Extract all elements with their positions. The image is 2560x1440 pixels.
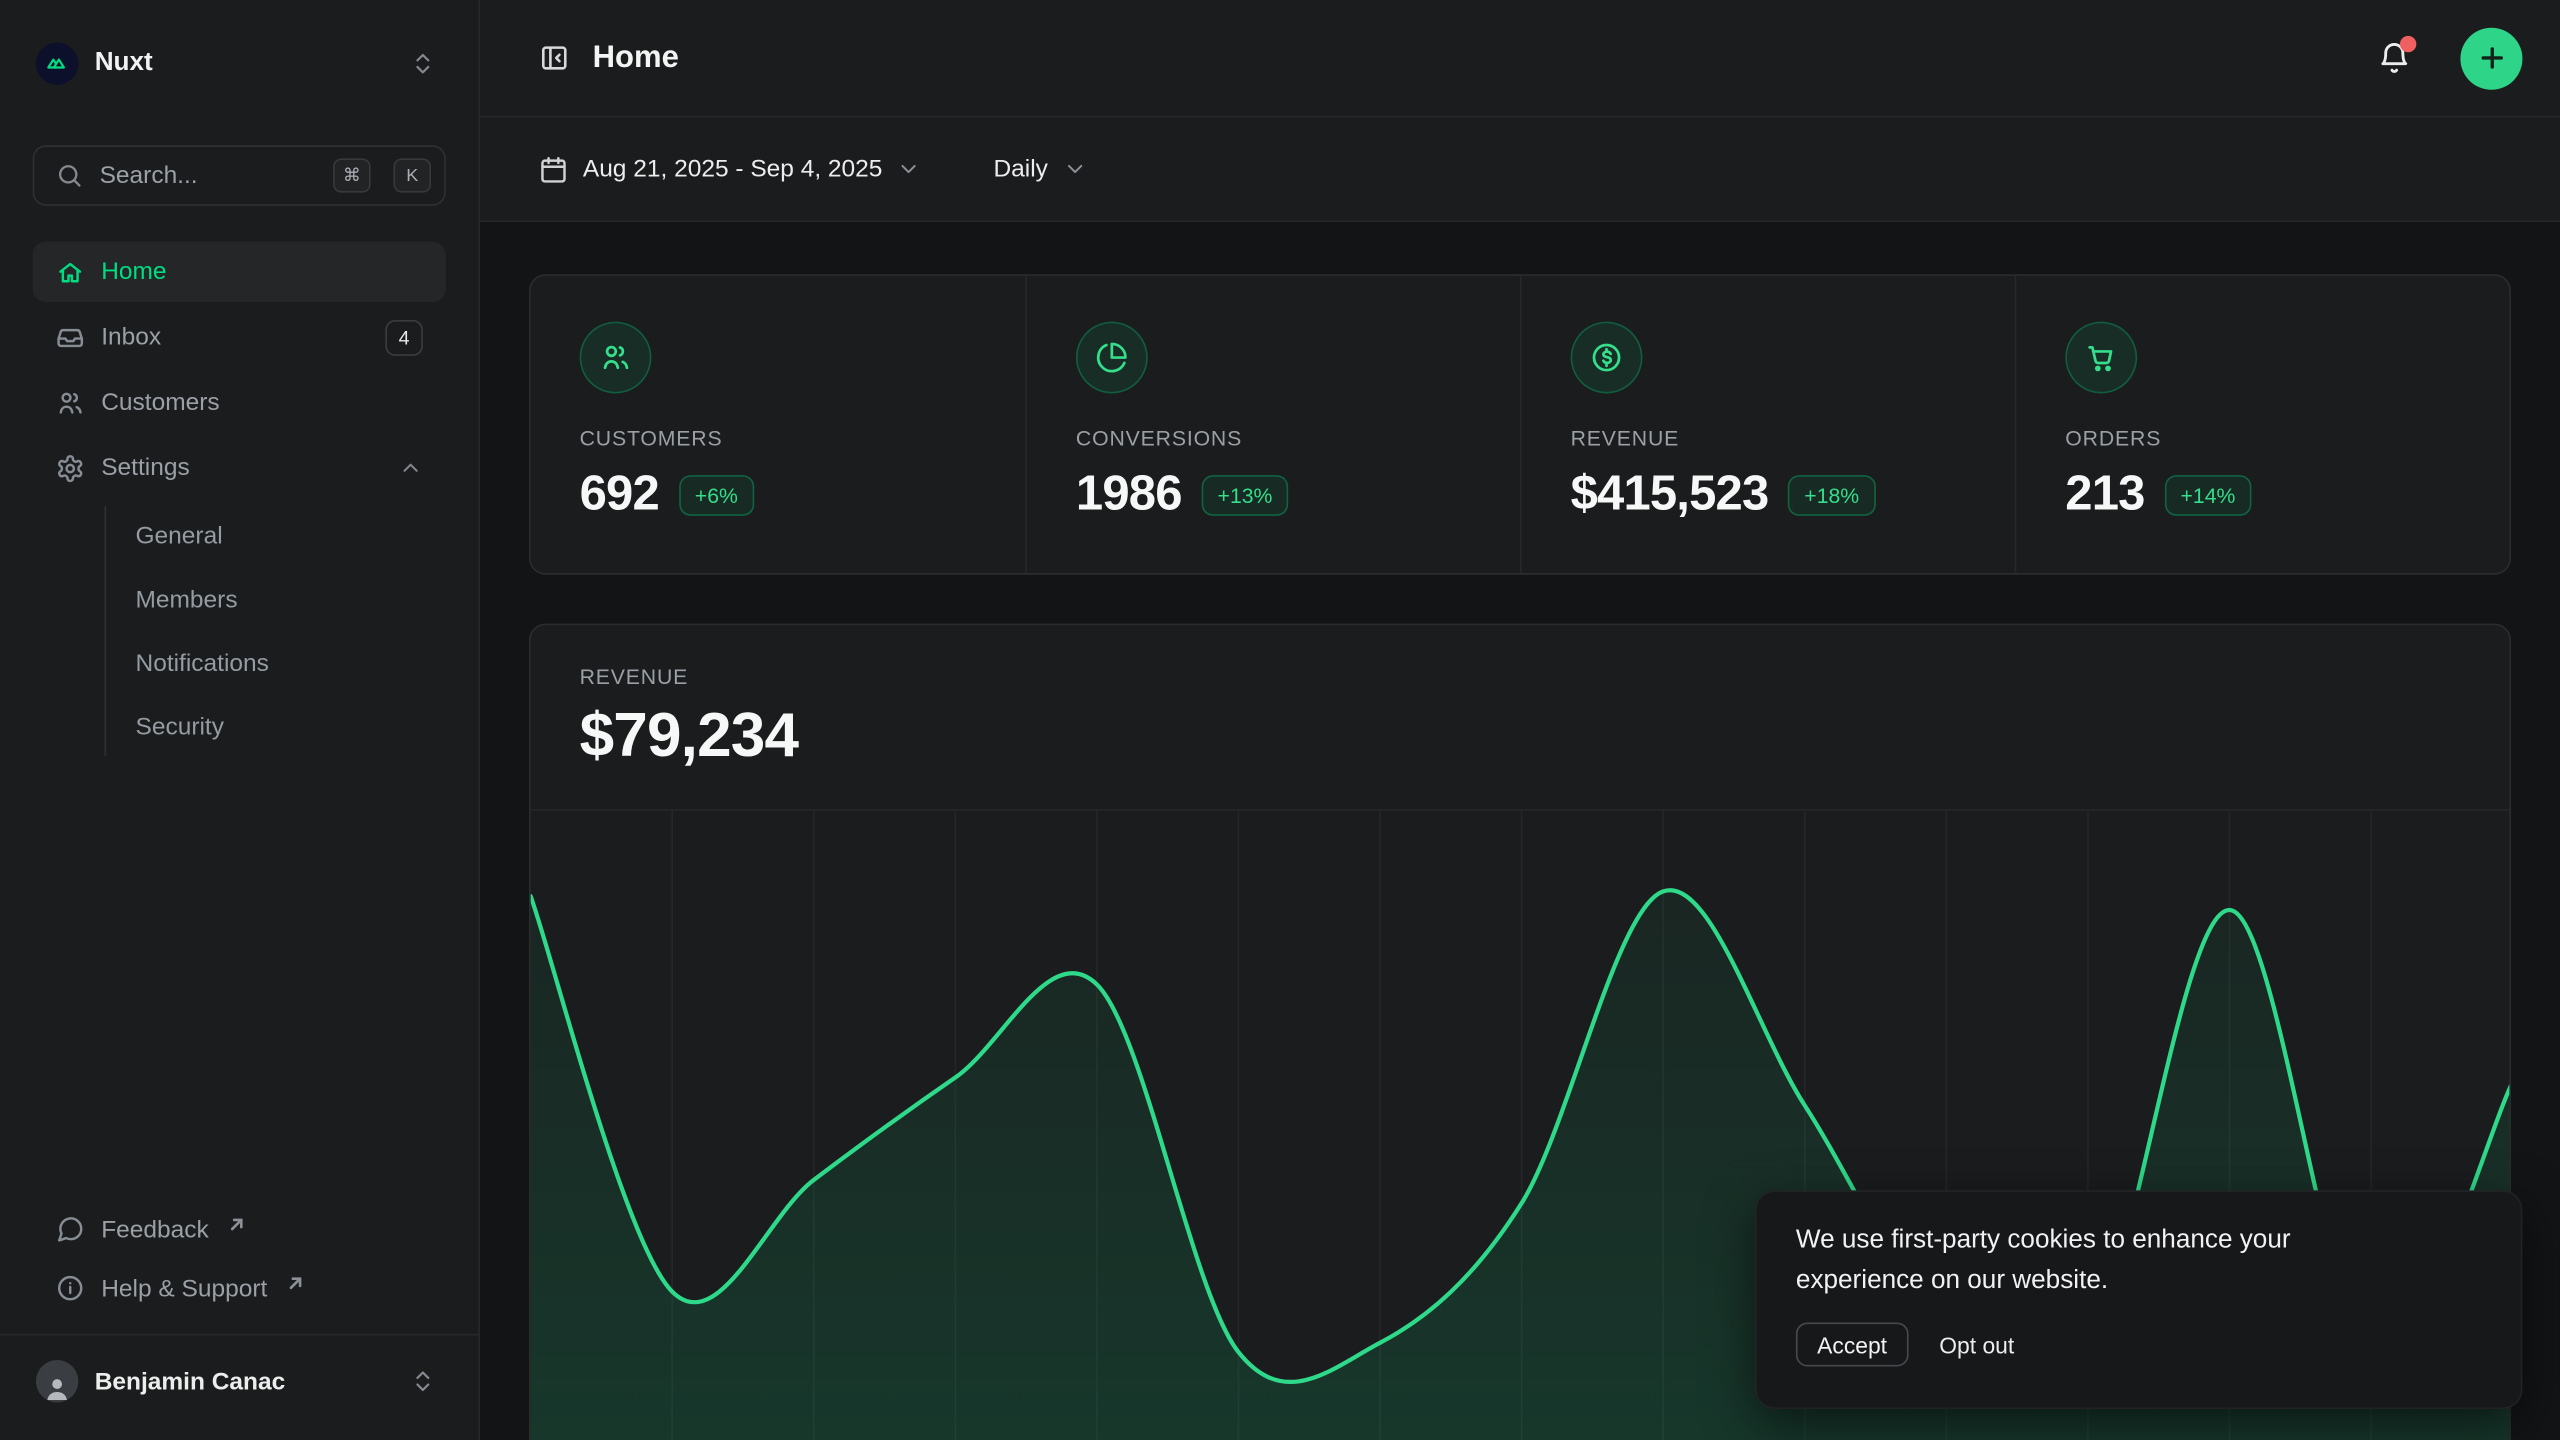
page-header: Home [480,0,2560,118]
stat-revenue[interactable]: REVENUE $415,523 +18% [1520,276,2015,573]
collapse-sidebar-icon[interactable] [539,42,570,73]
stat-delta-badge: +18% [1788,474,1876,515]
users-icon [580,322,652,394]
cookie-actions: Accept Opt out [1796,1322,2482,1366]
add-button[interactable] [2460,27,2522,89]
stat-orders[interactable]: ORDERS 213 +14% [2015,276,2510,573]
period-select[interactable]: Daily [993,155,1047,183]
user-name: Benjamin Canac [95,1367,394,1395]
opt-out-button[interactable]: Opt out [1939,1331,2014,1357]
stat-label: REVENUE [1571,426,1966,450]
sidebar-item-general[interactable]: General [106,506,446,565]
sidebar-item-inbox[interactable]: Inbox 4 [33,307,446,367]
dollar-circle-icon [1571,322,1643,394]
page-title: Home [593,40,2350,76]
users-icon [56,388,85,417]
filters-toolbar: Aug 21, 2025 - Sep 4, 2025 Daily [480,118,2560,222]
stat-value: 692 [580,467,659,523]
stat-delta-badge: +13% [1201,474,1289,515]
external-link-icon [228,1211,244,1239]
sidebar-item-settings[interactable]: Settings [33,438,446,498]
sidebar-item-label: Help & Support [101,1274,267,1302]
info-circle-icon [56,1273,85,1302]
search-placeholder: Search... [100,162,317,190]
sidebar-item-help-support[interactable]: Help & Support [33,1259,446,1318]
cookie-message: We use first-party cookies to enhance yo… [1796,1220,2400,1302]
sidebar-item-label: Inbox [101,323,369,351]
gear-icon [56,453,85,482]
stat-label: ORDERS [2065,426,2460,450]
chevron-up-icon [398,456,422,480]
sidebar-item-label: Home [101,258,423,286]
user-menu[interactable]: Benjamin Canac [33,1336,446,1427]
sidebar-item-members[interactable]: Members [106,570,446,629]
sidebar-item-label: General [136,522,223,550]
notifications-button[interactable] [2372,37,2414,79]
cart-icon [2065,322,2137,394]
stat-delta-badge: +14% [2164,474,2252,515]
chevrons-up-down-icon [410,51,436,77]
nuxt-logo-icon [36,42,78,84]
external-link-icon [287,1270,303,1298]
inbox-icon [56,322,85,351]
stat-label: CUSTOMERS [580,426,977,450]
stats-summary-card: CUSTOMERS 692 +6% CONVERSIONS 1986 +13% [529,274,2511,574]
calendar-icon [539,154,568,183]
sidebar-item-label: Feedback [101,1216,209,1244]
stat-conversions[interactable]: CONVERSIONS 1986 +13% [1025,276,1520,573]
search-icon [56,162,84,190]
sidebar-item-label: Notifications [136,649,269,677]
chevron-down-icon[interactable] [897,157,921,181]
inbox-count-badge: 4 [385,319,423,355]
stat-delta-badge: +6% [678,474,754,515]
workspace-switcher[interactable]: Nuxt [33,33,446,95]
sidebar-item-customers[interactable]: Customers [33,372,446,432]
revenue-chart-value: $79,234 [580,702,2461,772]
kbd-k: K [393,158,431,192]
sidebar-item-notifications[interactable]: Notifications [106,633,446,692]
pie-chart-icon [1076,322,1148,394]
sidebar-item-label: Settings [101,454,382,482]
sidebar-nav: Home Inbox 4 Customers Settings [33,242,446,760]
sidebar-item-feedback[interactable]: Feedback [33,1200,446,1259]
chevron-down-icon[interactable] [1063,157,1087,181]
avatar [36,1360,78,1402]
stat-value: $415,523 [1571,467,1769,523]
stat-label: CONVERSIONS [1076,426,1471,450]
date-range-picker[interactable]: Aug 21, 2025 - Sep 4, 2025 [583,155,883,183]
sidebar-spacer [33,759,446,1200]
stat-customers[interactable]: CUSTOMERS 692 +6% [531,276,1026,573]
sidebar: Nuxt Search... ⌘ K Home [0,0,480,1440]
search-input[interactable]: Search... ⌘ K [33,145,446,205]
plus-icon [2476,42,2507,73]
cookie-banner: We use first-party cookies to enhance yo… [1755,1190,2522,1409]
chevrons-up-down-icon [410,1368,436,1394]
stat-value: 213 [2065,467,2144,523]
notification-dot [2400,35,2416,51]
stat-value: 1986 [1076,467,1182,523]
sidebar-item-home[interactable]: Home [33,242,446,302]
accept-button[interactable]: Accept [1796,1322,1908,1366]
sidebar-item-label: Members [136,585,238,613]
sidebar-item-security[interactable]: Security [106,697,446,756]
workspace-name: Nuxt [95,49,394,78]
settings-subnav: General Members Notifications Security [104,506,445,756]
revenue-chart-label: REVENUE [580,664,2461,688]
chat-bubble-icon [56,1215,85,1244]
revenue-chart-header: REVENUE $79,234 [531,625,2510,772]
home-icon [56,257,85,286]
app-window: Nuxt Search... ⌘ K Home [0,0,2560,1440]
sidebar-item-label: Customers [101,389,423,417]
sidebar-item-label: Security [136,713,224,741]
kbd-meta: ⌘ [333,158,371,192]
